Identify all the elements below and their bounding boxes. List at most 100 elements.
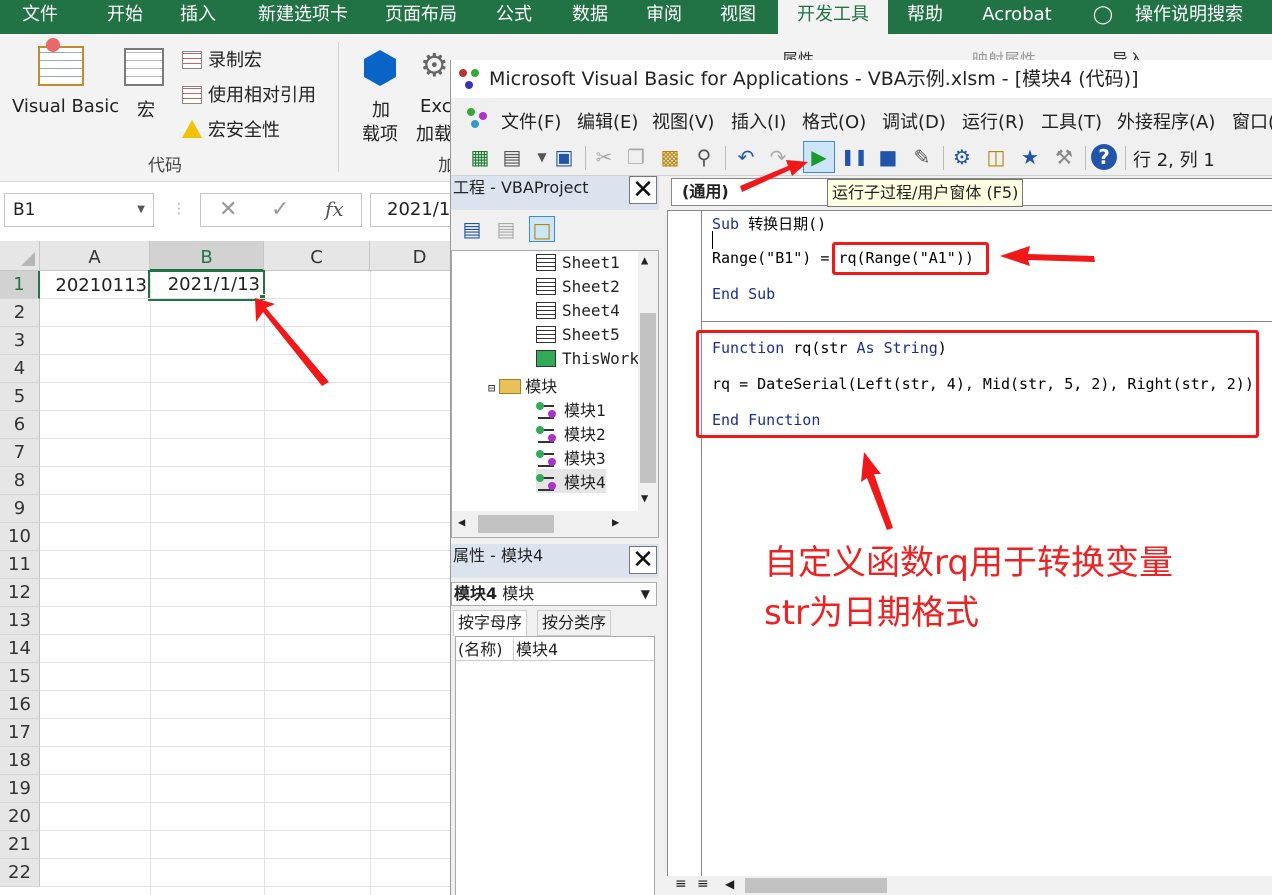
close-icon[interactable]: ✕ [629, 546, 657, 574]
row-header-14[interactable]: 14 [0, 635, 40, 663]
macros-button[interactable]: 宏 [137, 96, 155, 122]
scroll-thumb[interactable] [745, 878, 887, 893]
row-header-4[interactable]: 4 [0, 355, 40, 383]
tab-home[interactable]: 开始 [95, 0, 155, 34]
save-icon[interactable]: ▣ [551, 144, 577, 170]
copy-icon[interactable]: ❐ [623, 144, 649, 170]
tab-alphabetic[interactable]: 按字母序 [453, 610, 528, 636]
row-header-21[interactable]: 21 [0, 831, 40, 859]
column-header-d[interactable]: D [370, 241, 450, 271]
tree-item-module1[interactable]: 模块1 [536, 397, 606, 421]
tab-page-layout[interactable]: 页面布局 [376, 0, 466, 34]
tree-item-sheet4[interactable]: Sheet4 [536, 301, 620, 320]
insert-function-button[interactable]: fx [325, 197, 344, 221]
column-header-b[interactable]: B [150, 241, 264, 271]
row-header-1[interactable]: 1 [0, 271, 40, 299]
relative-refs-button[interactable]: 使用相对引用 [182, 81, 316, 107]
tab-developer[interactable]: 开发工具 [778, 0, 888, 34]
excel-addins-label-2[interactable]: 加载 [416, 120, 452, 146]
design-mode-icon[interactable]: ✎ [909, 144, 935, 170]
menu-tools[interactable]: 工具(T) [1041, 108, 1102, 134]
close-icon[interactable]: ✕ [629, 176, 657, 204]
toolbox-icon[interactable]: ⚒ [1051, 144, 1077, 170]
tree-item-sheet5[interactable]: Sheet5 [536, 325, 620, 344]
scroll-thumb[interactable] [640, 313, 656, 483]
menu-addins[interactable]: 外接程序(A) [1117, 108, 1215, 134]
vbe-system-icon[interactable] [467, 108, 489, 130]
row-header-18[interactable]: 18 [0, 747, 40, 775]
select-all-button[interactable] [0, 241, 40, 271]
excel-view-icon[interactable]: ▦ [467, 144, 493, 170]
cut-icon[interactable]: ✂ [591, 144, 617, 170]
column-header-c[interactable]: C [264, 241, 370, 271]
tree-vertical-scrollbar[interactable]: ▲ ▼ [638, 251, 658, 511]
row-header-2[interactable]: 2 [0, 299, 40, 327]
row-header-12[interactable]: 12 [0, 579, 40, 607]
undo-icon[interactable]: ↶ [733, 144, 759, 170]
redo-icon[interactable]: ↷ [765, 144, 791, 170]
procedure-view-icon[interactable]: ≡ [675, 876, 687, 892]
row-header-16[interactable]: 16 [0, 691, 40, 719]
tree-item-module2[interactable]: 模块2 [536, 421, 606, 445]
tab-file[interactable]: 文件 [10, 0, 70, 34]
run-sub-button[interactable]: ▶ [803, 141, 835, 173]
tab-insert[interactable]: 插入 [168, 0, 228, 34]
menu-edit[interactable]: 编辑(E) [577, 108, 638, 134]
toggle-folders-icon[interactable]: □ [529, 216, 555, 242]
project-explorer-icon[interactable]: ⚙ [949, 144, 975, 170]
tree-item-thisworkbook[interactable]: ThisWork [536, 349, 639, 368]
tree-folder-modules[interactable]: ⊟ 模块 [488, 373, 557, 397]
column-header-a[interactable]: A [40, 241, 150, 271]
object-select[interactable]: (通用) [671, 178, 831, 206]
help-icon[interactable]: ? [1091, 144, 1117, 170]
row-header-13[interactable]: 13 [0, 607, 40, 635]
row-header-11[interactable]: 11 [0, 551, 40, 579]
menu-insert[interactable]: 插入(I) [731, 108, 786, 134]
tab-view[interactable]: 视图 [708, 0, 768, 34]
cell-a1[interactable]: 20210113 [40, 271, 150, 299]
enter-icon[interactable]: ✓ [271, 197, 289, 222]
row-header-19[interactable]: 19 [0, 775, 40, 803]
properties-window-icon[interactable]: ◫ [983, 144, 1009, 170]
tab-help[interactable]: 帮助 [895, 0, 955, 34]
excel-addins-label-1[interactable]: Exc [420, 96, 452, 117]
tree-item-module3[interactable]: 模块3 [536, 445, 606, 469]
name-box[interactable]: B1 ▼ [4, 193, 154, 227]
property-value[interactable]: 模块4 [514, 640, 558, 659]
scroll-thumb[interactable] [478, 515, 554, 533]
object-browser-icon[interactable]: ★ [1017, 144, 1043, 170]
addins-label-2[interactable]: 载项 [362, 120, 398, 146]
formula-bar-splitter[interactable]: ⋮ [172, 201, 186, 217]
chevron-up-icon[interactable]: ▲ [641, 253, 648, 267]
macros-icon[interactable] [124, 48, 164, 86]
menu-view[interactable]: 视图(V) [652, 108, 714, 134]
collapse-icon[interactable]: ⊟ [488, 381, 495, 395]
menu-file[interactable]: 文件(F) [501, 108, 561, 134]
chevron-down-icon[interactable]: ▼ [641, 491, 648, 505]
insert-userform-icon[interactable]: ▤ [499, 144, 525, 170]
menu-window[interactable]: 窗口( [1232, 108, 1272, 134]
gear-icon[interactable]: ⚙ [420, 46, 449, 84]
code-margin[interactable] [668, 211, 702, 894]
properties-object-select[interactable]: 模块4 模块 ▼ [451, 582, 657, 606]
visual-basic-icon[interactable] [38, 38, 84, 86]
tab-categorized[interactable]: 按分类序 [537, 610, 612, 636]
row-header-17[interactable]: 17 [0, 719, 40, 747]
tree-item-sheet1[interactable]: Sheet1 [536, 253, 620, 272]
paste-icon[interactable]: ▩ [657, 144, 683, 170]
visual-basic-button[interactable]: Visual Basic [12, 96, 119, 117]
full-module-view-icon[interactable]: ≡ [697, 876, 709, 892]
tree-item-module4[interactable]: 模块4 [536, 469, 606, 493]
tell-me-search[interactable]: 操作说明搜索 [1124, 0, 1254, 34]
menu-run[interactable]: 运行(R) [962, 108, 1025, 134]
addins-icon[interactable] [364, 50, 396, 86]
row-header-6[interactable]: 6 [0, 411, 40, 439]
row-header-5[interactable]: 5 [0, 383, 40, 411]
tab-new[interactable]: 新建选项卡 [248, 0, 358, 34]
break-icon[interactable]: ❚❚ [841, 144, 868, 170]
row-header-8[interactable]: 8 [0, 467, 40, 495]
reset-icon[interactable]: ■ [875, 144, 901, 170]
row-header-7[interactable]: 7 [0, 439, 40, 467]
menu-debug[interactable]: 调试(D) [882, 108, 946, 134]
property-row-name[interactable]: (名称) 模块4 [456, 639, 654, 661]
